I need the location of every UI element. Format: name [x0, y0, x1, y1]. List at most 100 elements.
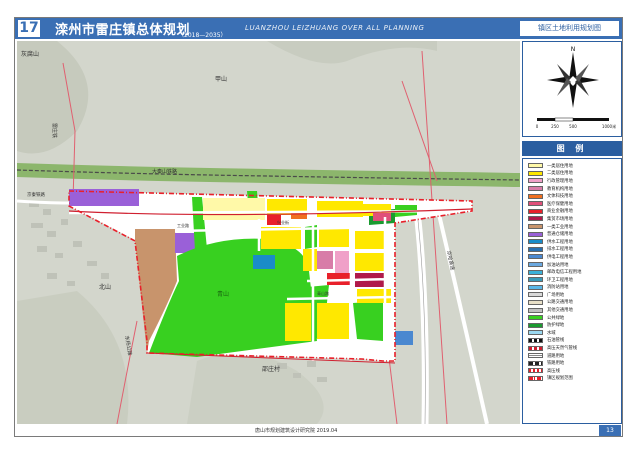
legend-swatch — [528, 368, 543, 374]
legend-item: 公路交通用地 — [528, 299, 618, 307]
legend-label: 排水工程用地 — [547, 247, 573, 253]
legend-label: 公路交通用地 — [547, 300, 573, 306]
legend-label: 一类工业用地 — [547, 224, 573, 230]
label-railway-left: 雷庄铁 — [51, 123, 58, 138]
legend-label: 供水工程用地 — [547, 239, 573, 245]
legend-item: 普通仓储用地 — [528, 230, 618, 238]
scale-tick-1000: 1000米 — [602, 123, 616, 129]
legend-swatch — [528, 307, 543, 313]
legend-item: 商业金融用地 — [528, 208, 618, 216]
legend-label: 防护绿地 — [547, 323, 565, 329]
legend-swatch — [528, 299, 543, 305]
svg-text:N: N — [571, 46, 576, 53]
legend-item: 一类居住用地 — [528, 162, 618, 170]
legend-label: 道路用地 — [547, 353, 565, 359]
legend-item: 环卫工程用地 — [528, 276, 618, 284]
legend-label: 消防站用地 — [547, 285, 569, 291]
legend-swatch — [528, 375, 543, 381]
legend-swatch — [528, 201, 543, 207]
legend-label: 石油管线 — [547, 338, 565, 344]
legend-label: 铁路用地 — [547, 361, 565, 367]
legend-swatch — [528, 239, 543, 245]
legend-swatch — [528, 224, 543, 230]
legend-swatch — [528, 216, 543, 222]
legend-item: 广场用地 — [528, 291, 618, 299]
admin-land — [335, 251, 349, 273]
legend-item: 供水工程用地 — [528, 238, 618, 246]
legend-label: 一类居住用地 — [547, 163, 573, 169]
land-use-map[interactable]: 甲山 灰腐山 雷庄铁 大秦山铁路 青山 北山 邵庄村 东杨公路 京哈高速 京秦铁… — [17, 41, 520, 424]
legend-swatch — [528, 246, 543, 252]
legend-swatch — [528, 330, 543, 336]
legend-label: 供电工程用地 — [547, 254, 573, 260]
legend-swatch — [528, 284, 543, 290]
compass-icon: N — [547, 46, 599, 108]
legend-swatch — [528, 292, 543, 298]
legend-item: 加油站用地 — [528, 261, 618, 269]
legend-label: 二类居住用地 — [547, 171, 573, 177]
legend-label: 商业金融用地 — [547, 209, 573, 215]
label-road-west: 京秦铁路 — [27, 191, 45, 198]
legend-swatch — [528, 345, 543, 351]
legend-item: 文体科技用地 — [528, 192, 618, 200]
footer-organization: 唐山市规划建筑设计研究院 2019.04 — [255, 428, 338, 434]
education-land — [317, 251, 333, 269]
label-mountain-north: 甲山 — [215, 75, 227, 83]
legend-label: 邮政电信工程用地 — [547, 270, 582, 276]
legend-label: 高压天然气管线 — [547, 346, 578, 352]
side-panel: N 0 250 500 1000米 图 例 一类居住用地 二类居住用地 行政管理用地… — [522, 41, 622, 424]
legend-swatch — [528, 360, 543, 366]
legend-item: 其他交通用地 — [528, 306, 618, 314]
plan-years: （2018—2035） — [178, 32, 227, 39]
utility-land — [395, 331, 413, 345]
label-mountain-south: 北山 — [99, 283, 111, 291]
plan-title: 滦州市雷庄镇总体规划 — [55, 23, 191, 38]
legend-swatch — [528, 322, 543, 328]
label-mountain-nw: 灰腐山 — [21, 50, 39, 58]
legend-swatch — [528, 269, 543, 275]
drawing-name: 镇区土地利用规划图 — [520, 21, 619, 36]
scale-bar: 0 250 500 1000米 — [536, 117, 616, 129]
legend-item: 道路用地 — [528, 352, 618, 360]
legend-label: 文体科技用地 — [547, 194, 573, 200]
label-street-2: 工业路 — [177, 222, 189, 228]
legend-item: 公共绿地 — [528, 314, 618, 322]
legend-swatch — [528, 315, 543, 321]
legend-swatch — [528, 262, 543, 268]
legend-swatch — [528, 337, 543, 343]
green-strip — [353, 301, 383, 341]
sheet-number: 17 — [17, 19, 41, 38]
legend-item: 消防站用地 — [528, 284, 618, 292]
legend-swatch — [528, 170, 543, 176]
scale-tick-0: 0 — [536, 124, 539, 129]
legend-swatch — [528, 208, 543, 214]
legend-label: 医疗保健用地 — [547, 201, 573, 207]
plan-english-title: LUANZHOU LEIZHUANG OVER ALL PLANNING — [245, 24, 425, 32]
legend: 一类居住用地 二类居住用地 行政管理用地 教育机构用地 文体科技用地 医疗保健用地 商业金融… — [522, 158, 622, 424]
label-street-1: 兴业街 — [277, 219, 289, 225]
legend-label: 教育机构用地 — [547, 186, 573, 192]
label-park-hill: 青山 — [217, 290, 229, 298]
medical-land — [373, 213, 391, 221]
footer: 唐山市规划建筑设计研究院 2019.04 13 — [15, 425, 622, 437]
legend-swatch — [528, 353, 543, 359]
legend-item: 医疗保健用地 — [528, 200, 618, 208]
legend-label: 其他交通用地 — [547, 308, 573, 314]
legend-label: 广场用地 — [547, 292, 565, 298]
legend-swatch — [528, 277, 543, 283]
legend-label: 镇区规划范围 — [547, 376, 573, 382]
legend-item: 排水工程用地 — [528, 246, 618, 254]
legend-item: 集贸市场用地 — [528, 215, 618, 223]
legend-item: 高压天然气管线 — [528, 344, 618, 352]
legend-swatch — [528, 193, 543, 199]
legend-label: 集贸市场用地 — [547, 216, 573, 222]
scale-tick-250: 250 — [551, 124, 559, 129]
label-village-south: 邵庄村 — [262, 365, 280, 373]
label-railway-top: 大秦山铁路 — [152, 168, 177, 175]
legend-item: 镇区规划范围 — [528, 375, 618, 383]
plan-sheet: 17 滦州市雷庄镇总体规划 （2018—2035） LUANZHOU LEIZH… — [14, 17, 623, 437]
legend-item: 防护绿地 — [528, 321, 618, 329]
legend-item: 供电工程用地 — [528, 253, 618, 261]
header-bar: 17 滦州市雷庄镇总体规划 （2018—2035） LUANZHOU LEIZH… — [15, 18, 622, 39]
legend-label: 加油站用地 — [547, 262, 569, 268]
